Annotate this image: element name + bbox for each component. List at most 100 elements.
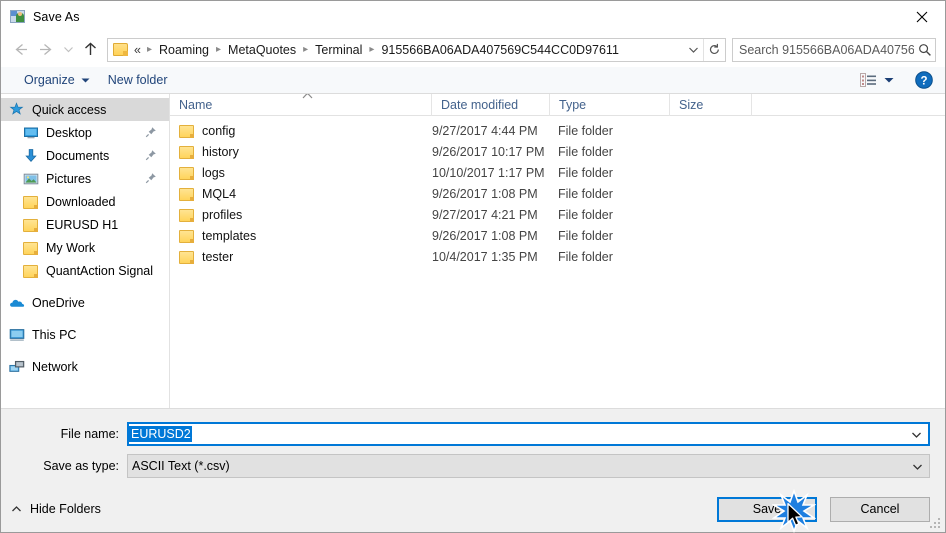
folder-icon [179,146,194,159]
breadcrumb-item-roaming[interactable]: Roaming [156,42,212,58]
file-date: 9/26/2017 1:08 PM [432,228,538,243]
pin-icon[interactable] [145,126,157,138]
breadcrumb-item-terminal-id[interactable]: 915566BA06ADA407569C544CC0D97611 [378,42,621,58]
up-arrow-icon [84,42,96,55]
file-name-input[interactable]: EURUSD2 [127,422,930,446]
breadcrumb-separator: ▸ [146,44,152,55]
sidebar-item-quantaction-signal[interactable]: QuantAction Signal [1,259,169,282]
sidebar-item-this-pc[interactable]: This PC [1,323,169,346]
this-pc-icon [9,327,25,343]
chevron-down-icon [912,464,922,470]
save-as-type-dropdown-button[interactable] [905,455,929,477]
search-input[interactable]: Search 915566BA06ADA40756... [739,43,914,57]
address-bar[interactable]: « ▸ Roaming ▸ MetaQuotes ▸ Terminal ▸ 91… [107,37,726,62]
sidebar-item-pictures[interactable]: Pictures [1,167,169,190]
column-header-name[interactable]: Name [170,93,432,116]
table-row[interactable]: templates 9/26/2017 1:08 PM File folder [170,225,945,246]
folder-icon [179,209,194,222]
forward-button[interactable] [33,37,59,63]
sidebar-item-label: EURUSD H1 [46,217,119,232]
sidebar-item-eurusd-h1[interactable]: EURUSD H1 [1,213,169,236]
folder-icon [23,217,39,233]
column-header-date-modified[interactable]: Date modified [432,93,550,116]
table-row[interactable]: MQL4 9/26/2017 1:08 PM File folder [170,183,945,204]
hide-folders-button[interactable]: Hide Folders [11,502,101,516]
file-type: File folder [558,123,613,138]
file-name: profiles [202,207,243,222]
file-name-cell: profiles [170,207,432,222]
resize-grip-icon[interactable] [928,516,942,530]
recent-locations-chevron-icon [63,47,73,53]
help-button[interactable]: ? [914,70,934,90]
file-name-dropdown-button[interactable] [904,424,928,444]
star-pin-icon [9,101,25,118]
sidebar-item-label: Quick access [32,102,107,117]
breadcrumb-item-terminal[interactable]: Terminal [312,42,365,58]
save-button[interactable]: Save [717,496,817,522]
back-button[interactable] [7,37,33,63]
sidebar-item-label: Downloaded [46,194,116,209]
column-header-row: Name Date modified Type Size [170,93,945,116]
recent-locations-button[interactable] [59,37,77,63]
breadcrumb-item-metaquotes[interactable]: MetaQuotes [225,42,299,58]
file-list: Name Date modified Type Size config 9/27… [170,93,945,408]
table-row[interactable]: profiles 9/27/2017 4:21 PM File folder [170,204,945,225]
sidebar-item-label: Desktop [46,125,92,140]
table-row[interactable]: logs 10/10/2017 1:17 PM File folder [170,162,945,183]
sidebar-item-label: My Work [46,240,96,255]
sidebar-item-my-work[interactable]: My Work [1,236,169,259]
column-header-type[interactable]: Type [550,93,670,116]
up-button[interactable] [77,37,103,63]
dialog-buttons: Save Cancel [717,488,930,533]
view-dropdown-button[interactable] [879,70,899,90]
change-view-button[interactable] [857,70,879,90]
file-name-label: File name: [60,427,119,441]
breadcrumb-overflow[interactable]: « [132,42,143,58]
save-as-type-select[interactable]: ASCII Text (*.csv) [127,454,930,478]
sidebar-item-quick-access[interactable]: Quick access [1,98,169,121]
pin-icon[interactable] [145,172,157,184]
new-folder-button[interactable]: New folder [99,69,177,92]
onedrive-cloud-icon [9,295,25,311]
navigation-sidebar: Quick access Desktop Documents Pictures … [1,94,170,408]
back-arrow-icon [14,44,27,55]
sidebar-item-network[interactable]: Network [1,355,169,378]
sidebar-item-documents[interactable]: Documents [1,144,169,167]
save-as-dialog: Save As « ▸ Roaming ▸ MetaQuotes ▸ Termi… [0,0,946,533]
table-row[interactable]: history 9/26/2017 10:17 PM File folder [170,141,945,162]
file-name-cell: config [170,123,432,138]
table-row[interactable]: tester 10/4/2017 1:35 PM File folder [170,246,945,267]
organize-button[interactable]: Organize [15,69,99,92]
search-icon [914,43,935,57]
sidebar-item-desktop[interactable]: Desktop [1,121,169,144]
file-type: File folder [558,207,613,222]
hide-folders-label: Hide Folders [30,502,101,516]
pin-icon[interactable] [145,149,157,161]
address-dropdown-button[interactable] [683,44,703,55]
file-name-value: EURUSD2 [129,426,192,442]
folder-icon [23,194,39,210]
search-box[interactable]: Search 915566BA06ADA40756... [732,37,936,62]
file-rows: config 9/27/2017 4:44 PM File folder his… [170,116,945,408]
cancel-button[interactable]: Cancel [830,496,930,522]
file-name-cell: templates [170,228,432,243]
file-date: 10/10/2017 1:17 PM [432,165,545,180]
sidebar-item-downloaded[interactable]: Downloaded [1,190,169,213]
column-header-size[interactable]: Size [670,93,752,116]
file-date: 9/26/2017 1:08 PM [432,186,538,201]
file-type: File folder [558,228,613,243]
save-as-type-label: Save as type: [43,459,119,473]
file-type: File folder [558,144,613,159]
close-button[interactable] [899,1,945,32]
sidebar-item-onedrive[interactable]: OneDrive [1,291,169,314]
file-type: File folder [558,186,613,201]
documents-download-icon [23,148,39,164]
table-row[interactable]: config 9/27/2017 4:44 PM File folder [170,120,945,141]
title-bar: Save As [1,1,945,32]
refresh-button[interactable] [703,38,725,61]
file-name-row: File name: EURUSD2 [1,422,945,446]
organize-label: Organize [24,73,75,87]
dialog-body: Quick access Desktop Documents Pictures … [1,93,945,408]
file-type: File folder [558,249,613,264]
